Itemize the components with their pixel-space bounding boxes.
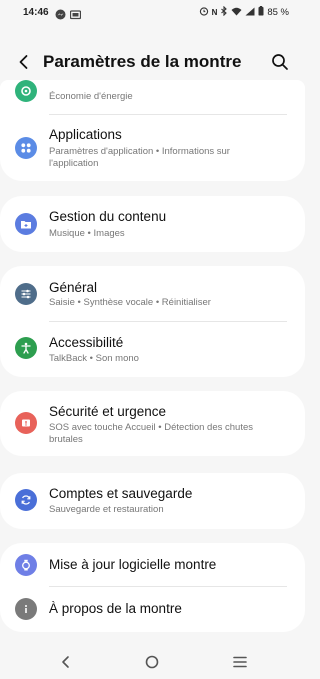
- page-title: Paramètres de la montre: [43, 52, 242, 71]
- screen-cast-icon: [69, 7, 82, 25]
- settings-item-apropos[interactable]: À propos de la montre: [0, 587, 305, 631]
- back-arrow-icon: [19, 55, 28, 69]
- alarm-icon: [199, 6, 209, 19]
- settings-card-3: Général Saisie • Synthèse vocale • Réini…: [0, 266, 305, 377]
- settings-item-title: Applications: [49, 127, 122, 142]
- settings-item-general[interactable]: Général Saisie • Synthèse vocale • Réini…: [0, 266, 305, 320]
- nav-recents-button[interactable]: [229, 652, 251, 672]
- settings-item-maj[interactable]: Mise à jour logicielle montre: [0, 543, 305, 586]
- folder-icon: [15, 213, 37, 235]
- settings-card-6: Mise à jour logicielle montre À propos d…: [0, 543, 305, 632]
- settings-item-title: Sécurité et urgence: [49, 404, 167, 419]
- settings-card-2: Gestion du contenu Musique • Images: [0, 196, 305, 252]
- status-bar: 14:46 N 85 %: [0, 0, 305, 26]
- settings-item-title: Mise à jour logicielle montre: [49, 557, 217, 572]
- settings-item-securite[interactable]: Sécurité et urgence SOS avec touche Accu…: [0, 391, 305, 456]
- settings-card-1: Économie d'énergie Applications Paramètr…: [0, 80, 305, 181]
- search-icon: [272, 54, 288, 70]
- settings-item-subtitle: Sauvegarde et restauration: [49, 504, 164, 515]
- settings-item-subtitle: Économie d'énergie: [49, 91, 133, 102]
- back-button[interactable]: [14, 52, 34, 72]
- nav-home-icon: [145, 655, 159, 669]
- settings-item-subtitle: Saisie • Synthèse vocale • Réinitialiser: [49, 297, 211, 308]
- battery-level: 85 %: [267, 7, 289, 18]
- nav-back-icon: [62, 656, 69, 668]
- settings-item-subtitle: Musique • Images: [49, 228, 125, 239]
- settings-item-title: À propos de la montre: [49, 601, 182, 616]
- sliders-icon: [15, 283, 37, 305]
- sync-icon: [15, 489, 37, 511]
- settings-item-title: Général: [49, 280, 98, 295]
- wifi-icon: [231, 7, 242, 19]
- settings-item-economie[interactable]: Économie d'énergie: [0, 80, 305, 112]
- nfc-icon: N: [211, 8, 218, 17]
- search-button[interactable]: [271, 53, 289, 71]
- settings-card-5: Comptes et sauvegarde Sauvegarde et rest…: [0, 473, 305, 529]
- settings-card-4: Sécurité et urgence SOS avec touche Accu…: [0, 391, 305, 456]
- software-update-icon: [15, 554, 37, 576]
- apps-icon: [15, 137, 37, 159]
- settings-item-gestion[interactable]: Gestion du contenu Musique • Images: [0, 196, 305, 252]
- info-icon: [15, 598, 37, 620]
- settings-item-title: Comptes et sauvegarde: [49, 486, 193, 501]
- settings-item-accessibilite[interactable]: Accessibilité TalkBack • Son mono: [0, 322, 305, 376]
- messenger-icon: [55, 7, 66, 25]
- settings-item-title: Accessibilité: [49, 335, 124, 350]
- battery-saver-icon: [15, 80, 37, 102]
- battery-icon: [258, 6, 264, 19]
- settings-item-subtitle: TalkBack • Son mono: [49, 353, 139, 364]
- settings-item-subtitle: SOS avec touche Accueil • Détection des …: [49, 422, 253, 445]
- settings-item-comptes[interactable]: Comptes et sauvegarde Sauvegarde et rest…: [0, 473, 305, 529]
- status-time: 14:46: [23, 7, 49, 18]
- nav-home-button[interactable]: [141, 652, 163, 672]
- signal-icon: [245, 7, 255, 19]
- emergency-icon: [15, 412, 37, 434]
- divider: [49, 114, 287, 115]
- app-header: Paramètres de la montre: [0, 44, 305, 80]
- settings-item-title: Gestion du contenu: [49, 209, 167, 224]
- system-navigation-bar: [0, 646, 305, 679]
- nav-recents-icon: [233, 656, 247, 668]
- nav-back-button[interactable]: [55, 652, 77, 672]
- accessibility-icon: [15, 337, 37, 359]
- settings-item-subtitle: Paramètres d'application • Informations …: [49, 146, 230, 169]
- settings-item-applications[interactable]: Applications Paramètres d'application • …: [0, 116, 305, 178]
- bluetooth-icon: [220, 5, 228, 19]
